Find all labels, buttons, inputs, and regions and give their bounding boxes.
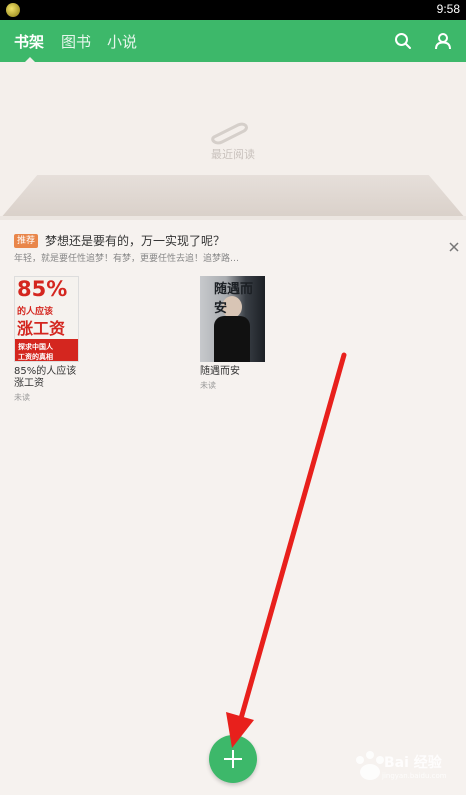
- search-icon[interactable]: [394, 32, 412, 50]
- cover-text: 85%: [17, 277, 68, 301]
- cover-text: 探求中国人: [18, 343, 53, 351]
- watermark-subtext: jingyan.baidu.com: [382, 772, 447, 780]
- plus-icon: [224, 750, 242, 768]
- book-shelf-icon: [208, 115, 256, 145]
- user-icon[interactable]: [434, 32, 452, 50]
- top-nav: 书架 图书 小说: [0, 20, 466, 62]
- recent-reading-label: 最近阅读: [211, 148, 255, 161]
- recommend-subtitle: 年轻，就是要任性追梦！有梦，更要任性去追！追梦路…: [14, 254, 240, 264]
- recent-reading-area[interactable]: 最近阅读: [0, 62, 466, 175]
- cover-text: 涨工资: [17, 319, 66, 338]
- book-status: 未读: [14, 393, 30, 402]
- book-item[interactable]: 随遇而安 随遇而安 未读: [200, 276, 295, 391]
- book-title-line: 随遇而安: [200, 366, 240, 377]
- app-notification-icon: [6, 3, 20, 17]
- recommend-badge: 推荐: [14, 234, 39, 248]
- book-status: 未读: [200, 381, 216, 390]
- recommend-title[interactable]: 梦想还是要有的，万一实现了呢？: [45, 232, 225, 249]
- add-book-button[interactable]: [209, 735, 257, 783]
- book-title-line: 85%的人应该: [14, 366, 77, 377]
- book-cover[interactable]: 85% 的人应该 涨工资 探求中国人 工资的真相: [14, 276, 79, 362]
- cover-text: 工资的真相: [18, 353, 53, 361]
- tab-bookshelf[interactable]: 书架: [14, 31, 44, 52]
- status-time: 9:58: [436, 2, 460, 16]
- tab-books[interactable]: 图书: [61, 31, 91, 52]
- status-bar: 9:58: [0, 0, 466, 20]
- book-title-line: 涨工资: [14, 378, 44, 389]
- watermark-text: Bai 经验: [384, 755, 442, 771]
- book-item[interactable]: 85% 的人应该 涨工资 探求中国人 工资的真相 85%的人应该 涨工资 未读: [14, 276, 109, 403]
- cover-portrait-body: [214, 316, 250, 362]
- close-icon[interactable]: [448, 238, 460, 252]
- cover-text: 随遇而安: [214, 282, 254, 316]
- book-title: 随遇而安: [200, 366, 295, 378]
- book-title: 85%的人应该 涨工资: [14, 366, 109, 390]
- tab-novels[interactable]: 小说: [107, 31, 137, 52]
- book-cover[interactable]: 随遇而安: [200, 276, 265, 362]
- cover-band: 探求中国人 工资的真相: [15, 339, 78, 361]
- recommend-card: 推荐 梦想还是要有的，万一实现了呢？ 年轻，就是要任性追梦！有梦，更要任性去追！…: [0, 220, 466, 795]
- shelf-board: [0, 175, 466, 219]
